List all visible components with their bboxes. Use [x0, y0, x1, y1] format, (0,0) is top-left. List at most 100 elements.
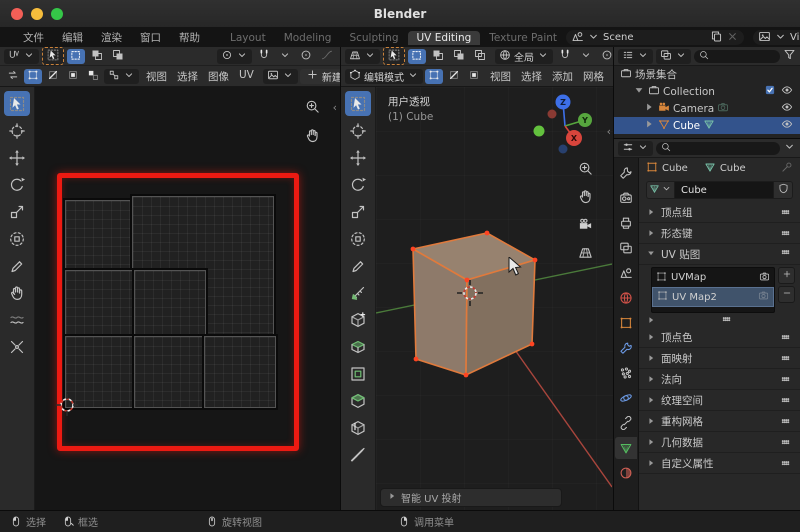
uv-pivot-dropdown[interactable] [217, 49, 252, 64]
uv-tool-move[interactable] [4, 145, 30, 170]
outliner-row-cube[interactable]: Cube [614, 117, 800, 134]
menubar-menu-2[interactable]: 渲染 [92, 30, 131, 45]
menubar-menu-1[interactable]: 编辑 [53, 30, 92, 45]
properties-panel[interactable]: 几何数据 [639, 432, 800, 453]
menubar-menu-4[interactable]: 帮助 [170, 30, 209, 45]
vp-orientation-dropdown[interactable]: 全局 [495, 49, 553, 64]
vp-mode-dropdown[interactable]: 编辑模式 [345, 69, 423, 84]
properties-panel[interactable]: 面映射 [639, 348, 800, 369]
uv-menu-0[interactable]: 视图 [141, 69, 172, 84]
properties-search-field[interactable] [656, 142, 780, 155]
vp-tool-measure[interactable] [345, 280, 371, 305]
properties-panel[interactable]: 重构网格 [639, 411, 800, 432]
pin-icon[interactable] [781, 161, 793, 176]
navigation-gizmo[interactable]: Z Y X [533, 92, 597, 156]
workspace-tab-texture-paint[interactable]: Texture Paint [480, 31, 566, 45]
properties-panel[interactable]: 顶点色 [639, 327, 800, 348]
vp-tool-extrude[interactable] [345, 334, 371, 359]
outliner-row-collection[interactable]: Collection [614, 83, 800, 100]
eye-icon[interactable] [781, 118, 793, 133]
uv-sticky-selection-dropdown[interactable] [104, 69, 139, 84]
uv-proportional-toggle[interactable] [297, 49, 315, 64]
uv-select-vertex-mode[interactable] [24, 69, 42, 84]
uv-snap-toggle[interactable] [255, 49, 273, 64]
workspace-tab-uv-editing[interactable]: UV Editing [408, 31, 481, 45]
render-camera-toggle[interactable] [759, 271, 770, 285]
properties-tab-material[interactable] [615, 462, 637, 484]
properties-tab-tool[interactable] [615, 162, 637, 184]
uv-canvas[interactable]: ‹ [35, 87, 340, 510]
properties-panel[interactable]: 纹理空间 [639, 390, 800, 411]
vp-select-mode-new[interactable] [408, 49, 426, 64]
operator-panel[interactable]: 智能 UV 投射 [380, 488, 562, 507]
uv-map-row-uvmap2[interactable]: UV Map2 [652, 287, 774, 307]
vp-tool-add-cube[interactable] [345, 307, 371, 332]
vp-tool-select-box[interactable] [345, 91, 371, 116]
uv-falloff-dropdown[interactable] [318, 49, 336, 64]
zoom-window-button[interactable] [51, 8, 63, 20]
vp-edge-select-mode[interactable] [445, 69, 463, 84]
uv-tool-pinch[interactable] [4, 334, 30, 359]
vp-tool-transform[interactable] [345, 226, 371, 251]
vp-gizmo-hand[interactable] [578, 189, 593, 207]
axis-neg-x-ball[interactable] [548, 110, 557, 119]
uv-tool-transform[interactable] [4, 226, 30, 251]
properties-tab-data[interactable] [615, 437, 637, 459]
vp-tool-cursor[interactable] [345, 118, 371, 143]
properties-panel[interactable]: 自定义属性 [639, 453, 800, 474]
close-window-button[interactable] [11, 8, 23, 20]
uv-tool-relax[interactable] [4, 307, 30, 332]
vp-snap-dropdown[interactable] [577, 49, 595, 64]
collection-checkbox[interactable] [764, 84, 776, 99]
uv-menu-1[interactable]: 选择 [172, 69, 203, 84]
workspace-tab-layout[interactable]: Layout [221, 31, 275, 45]
uv-image-browse-dropdown[interactable] [263, 69, 298, 84]
outliner-row-camera[interactable]: Camera [614, 100, 800, 117]
uv-island[interactable] [134, 270, 206, 338]
vp-tool-inset[interactable] [345, 361, 371, 386]
uv-select-island-mode[interactable] [84, 69, 102, 84]
vp-active-tool-button[interactable] [383, 47, 405, 65]
uv-island[interactable] [134, 336, 204, 408]
breadcrumb-data[interactable]: Cube [720, 163, 746, 174]
properties-panel[interactable]: 法向 [639, 369, 800, 390]
vp-vertex-select-mode[interactable] [425, 69, 443, 84]
uv-list-resize-grip[interactable] [639, 315, 800, 327]
vp-sidebar-toggle[interactable]: ‹ [607, 125, 611, 138]
eye-icon[interactable] [781, 84, 793, 99]
vp-select-mode-subtract[interactable] [450, 49, 468, 64]
uv-select-mode-subtract[interactable] [109, 49, 127, 64]
panel-uv-maps[interactable]: UV 贴图 [639, 244, 800, 265]
uv-select-face-mode[interactable] [64, 69, 82, 84]
vp-tool-rotate[interactable] [345, 172, 371, 197]
properties-tab-scene[interactable] [615, 262, 637, 284]
pan-gizmo[interactable] [305, 128, 320, 146]
axis-neg-y-ball[interactable] [534, 126, 545, 137]
vp-menu-0[interactable]: 视图 [485, 69, 516, 84]
uv-sidebar-toggle[interactable]: ‹ [333, 101, 337, 114]
unlink-scene-button[interactable] [726, 30, 739, 46]
vp-gizmo-grid-persp[interactable] [578, 245, 593, 263]
uv-tool-select-box[interactable] [4, 91, 30, 116]
uv-sync-selection-toggle[interactable] [4, 69, 22, 84]
properties-tab-render[interactable] [615, 187, 637, 209]
properties-tab-particles[interactable] [615, 362, 637, 384]
uv-tool-rotate[interactable] [4, 172, 30, 197]
uv-tool-cursor[interactable] [4, 118, 30, 143]
uv-tool-grab[interactable] [4, 280, 30, 305]
uv-tool-annotate[interactable] [4, 253, 30, 278]
vp-select-mode-intersect[interactable] [471, 49, 489, 64]
properties-tab-object[interactable] [615, 312, 637, 334]
properties-panel[interactable]: 形态键 [639, 223, 800, 244]
properties-panel[interactable]: 顶点组 [639, 202, 800, 223]
vp-proportional-toggle[interactable] [598, 49, 613, 64]
vp-snap-toggle[interactable] [556, 49, 574, 64]
uv-select-edge-mode[interactable] [44, 69, 62, 84]
vp-editor-type-button[interactable] [345, 49, 380, 64]
properties-tab-output[interactable] [615, 212, 637, 234]
properties-tab-physics[interactable] [615, 387, 637, 409]
new-scene-button[interactable] [710, 30, 723, 46]
vp-face-select-mode[interactable] [465, 69, 483, 84]
uv-tool-scale[interactable] [4, 199, 30, 224]
vp-menu-3[interactable]: 网格 [578, 69, 609, 84]
